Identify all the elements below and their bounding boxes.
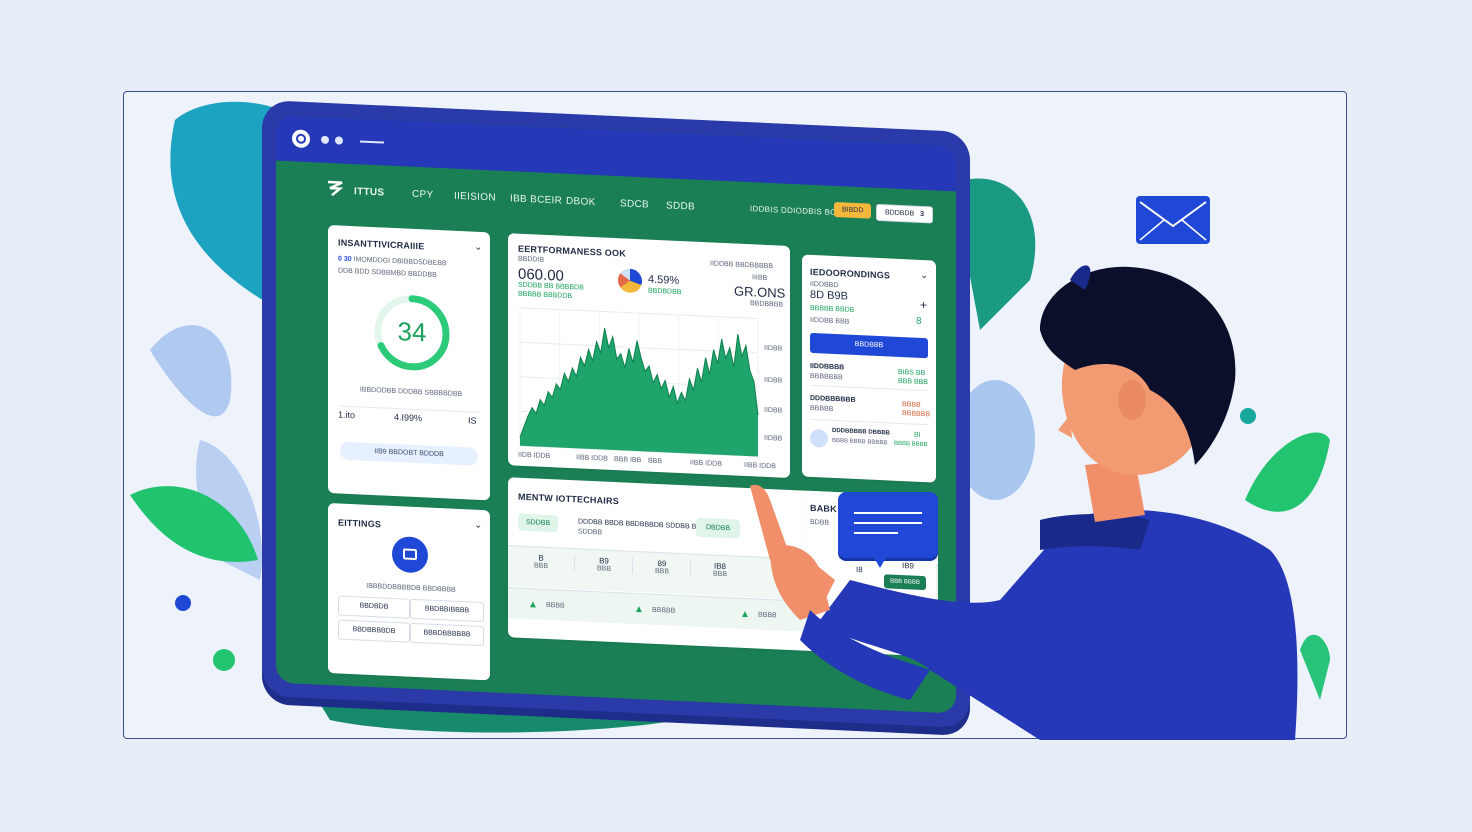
gauge-caption: IBBDODBB DDDBB SBBBBDBB	[359, 386, 463, 399]
brand-name: ITTUS	[354, 186, 385, 199]
insights-line1-text: IMOMDDGI DBIBBDSDBEBB	[353, 256, 447, 268]
x-tick-label: IIBB IDDB	[690, 459, 722, 468]
table-cell-sub: BBB	[654, 567, 669, 576]
person-illustration	[750, 265, 1298, 740]
x-tick-label: IIBB IDDB	[576, 454, 608, 463]
outline-action-button[interactable]: BDDBDB 3	[876, 203, 934, 224]
outline-button-label: BDDBDB	[885, 209, 915, 218]
table-cell: 89 BBB	[632, 557, 691, 577]
settings-option-2[interactable]: BBDBBIBBBB	[410, 598, 484, 623]
arrow-up-icon: ▲	[528, 599, 538, 611]
news-tag-2[interactable]: DBDBB	[696, 517, 741, 539]
stat-right: IS	[468, 415, 477, 426]
settings-option-1[interactable]: BBDBDB	[338, 595, 410, 619]
settings-option-4[interactable]: BBBDBBBBBB	[410, 622, 484, 647]
x-tick-label: IIDB IDDB	[518, 451, 551, 461]
chevron-down-icon[interactable]: ⌄	[474, 520, 482, 531]
window-dot-icon[interactable]	[335, 136, 343, 145]
nav-item-3[interactable]: IBB BCEIR	[510, 193, 562, 206]
x-tick-label: BBB IBB	[614, 455, 642, 465]
settings-app-icon[interactable]	[392, 535, 428, 574]
arrow-up-icon: ▲	[634, 603, 644, 616]
insights-button[interactable]: IIB9 BBDOBT BDDDB	[340, 441, 478, 466]
table-cell-sub: BBB	[596, 565, 611, 573]
performance-percent: 4.59%	[648, 273, 680, 287]
performance-percent-sub: BBDBDBB	[648, 287, 682, 297]
news-title: MENTW IOTTECHAIRS	[518, 491, 619, 507]
stat-mid: 4.I99%	[394, 411, 423, 424]
performance-subtitle: BBDDIB	[518, 255, 545, 264]
envelope-icon	[1136, 196, 1210, 244]
table-cell: B9 BBB	[574, 555, 633, 574]
stat-left: 1.ito	[338, 409, 356, 421]
row-cell: BBBBB	[652, 606, 676, 615]
chevron-down-icon[interactable]: ⌄	[474, 242, 482, 253]
nav-item-5[interactable]: SDCB	[620, 198, 649, 210]
x-tick-label: BBB	[648, 457, 663, 466]
gauge-value: 34	[397, 316, 427, 348]
settings-caption: IBBBDDBBBBDB BBDBBBB	[366, 582, 456, 594]
performance-chart	[519, 307, 759, 458]
outline-button-badge: 3	[920, 210, 925, 219]
insights-line1-prefix: 0 30	[338, 255, 352, 264]
performance-big-sub2: BBBBB BBBDDB	[518, 290, 573, 301]
window-dot-icon[interactable]	[321, 135, 329, 145]
illustration-scene: ITTUS CPY IIEISION IBB BCEIR DBOK SDCB S…	[0, 0, 1472, 832]
nav-item-cpy[interactable]: CPY	[412, 189, 433, 201]
brand-logo-icon	[326, 179, 344, 198]
insights-title: INSANTTIVICRAIIIE	[338, 237, 425, 252]
table-cell: B BBB	[508, 552, 574, 571]
row-cell: BBBB	[546, 601, 565, 610]
menu-line-icon[interactable]	[360, 140, 384, 144]
app-logo-icon	[292, 129, 310, 149]
news-headline-sub: SDDBB	[578, 528, 603, 537]
nav-item-4[interactable]: DBOK	[566, 196, 596, 208]
insights-line1: 0 30 IMOMDDGI DBIBBDSDBEBB	[338, 255, 447, 267]
nav-item-2[interactable]: IIEISION	[454, 191, 496, 204]
settings-title: EITTINGS	[338, 517, 382, 530]
insights-line2: DDB BDD SDBBMBD BBDDBB	[338, 267, 437, 279]
nav-item-6[interactable]: SDDB	[666, 200, 695, 212]
globe-icon	[618, 268, 642, 294]
news-tag-1[interactable]: SDDBB	[518, 513, 559, 533]
yellow-action-button[interactable]: BIBDD	[834, 201, 872, 219]
insights-card: INSANTTIVICRAIIIE ⌄ 0 30 IMOMDDGI DBIBBD…	[328, 224, 490, 501]
settings-card: EITTINGS ⌄ IBBBDDBBBBDB BBDBBBB BBDBDB B…	[328, 502, 490, 681]
settings-option-3[interactable]: BBDBBBBDB	[338, 619, 410, 643]
